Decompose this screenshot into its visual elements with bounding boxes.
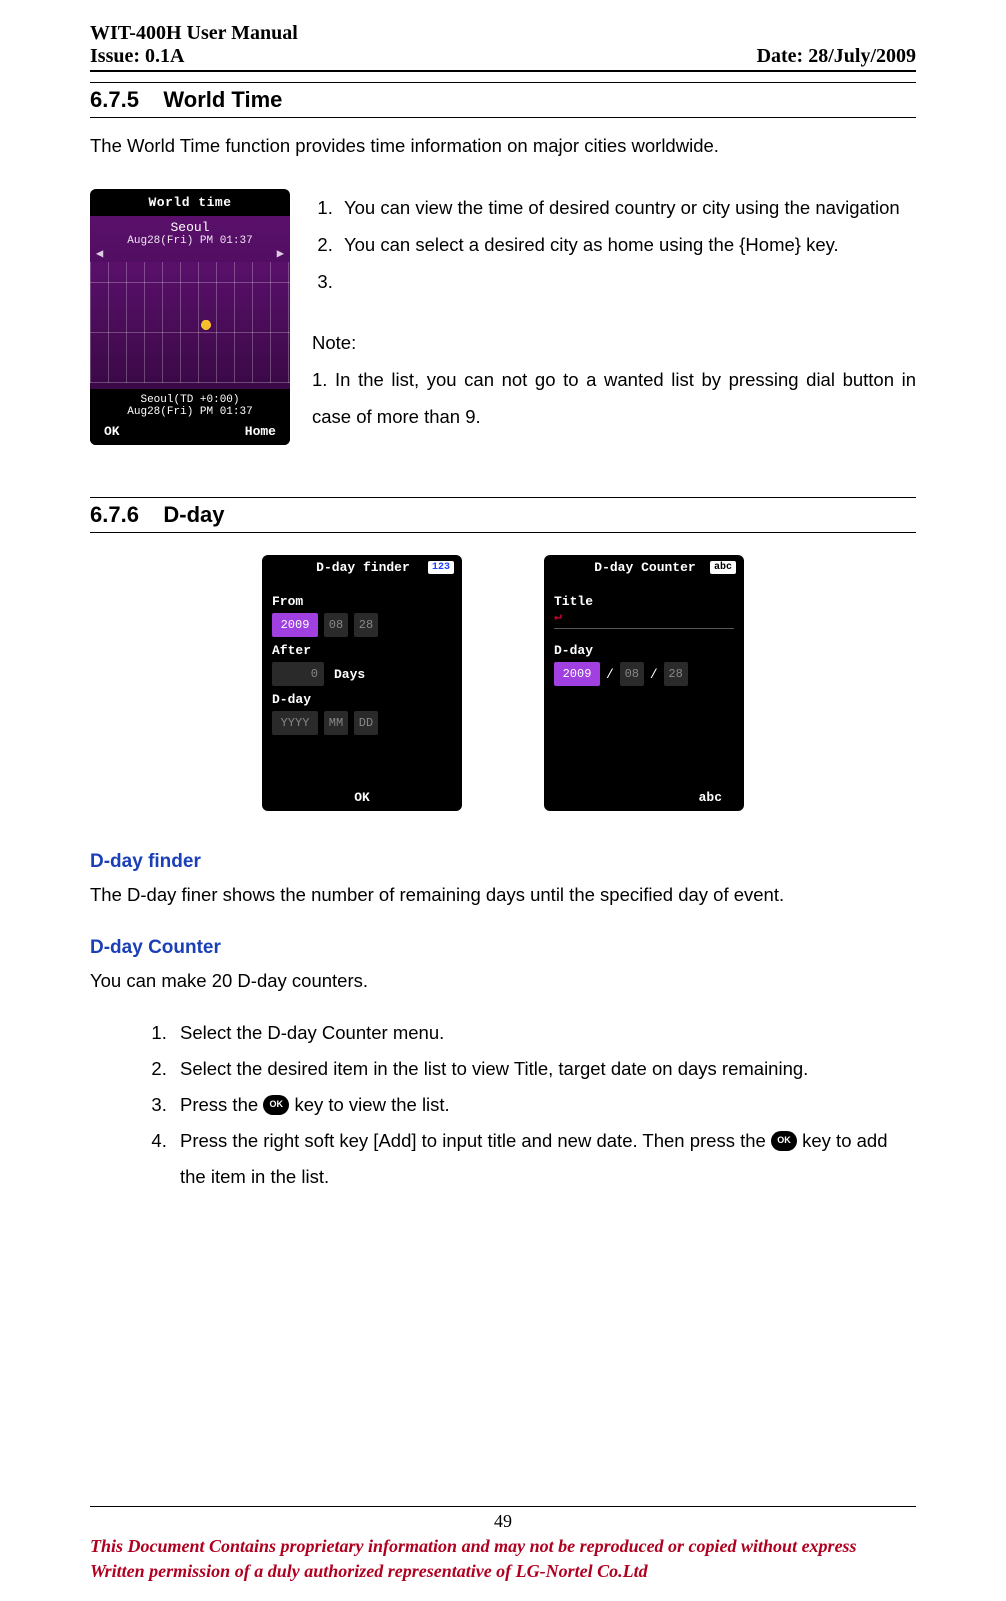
step-3 bbox=[338, 263, 916, 300]
counter-year-field[interactable]: 2009 bbox=[554, 662, 600, 686]
section-number-675: 6.7.5 bbox=[90, 87, 139, 112]
dday-year-field: YYYY bbox=[272, 711, 318, 735]
input-mode-abc-icon: abc bbox=[710, 561, 736, 574]
after-label: After bbox=[272, 643, 452, 658]
counter-day-field[interactable]: 28 bbox=[664, 662, 688, 686]
dday-day-field: DD bbox=[354, 711, 378, 735]
screenshot-dday-finder: D-day finder 123 From 2009 08 28 After 0… bbox=[262, 555, 462, 811]
counter-title: D-day Counter bbox=[594, 560, 695, 575]
world-time-steps: You can view the time of desired country… bbox=[312, 189, 916, 300]
doc-issue: Issue: 0.1A bbox=[90, 45, 298, 68]
page-number: 49 bbox=[90, 1511, 916, 1532]
from-year-field[interactable]: 2009 bbox=[272, 613, 318, 637]
counter-month-field[interactable]: 08 bbox=[620, 662, 644, 686]
counter-dday-label: D-day bbox=[554, 643, 734, 658]
wt-date-bottom: Aug28(Fri) PM 01:37 bbox=[90, 406, 290, 418]
dday-counter-heading: D-day Counter bbox=[90, 937, 916, 959]
from-day-field[interactable]: 28 bbox=[354, 613, 378, 637]
finder-title: D-day finder bbox=[316, 560, 410, 575]
counter-step-1: Select the D-day Counter menu. bbox=[172, 1015, 916, 1051]
footer-line-2: Written permission of a duly authorized … bbox=[90, 1559, 916, 1583]
dday-month-field: MM bbox=[324, 711, 348, 735]
counter-softkey-abc[interactable]: abc bbox=[699, 790, 722, 805]
dday-finder-body: The D-day finer shows the number of rema… bbox=[90, 879, 916, 910]
section-number-676: 6.7.6 bbox=[90, 502, 139, 527]
wt-tz: Seoul(TD +0:00) bbox=[90, 394, 290, 406]
counter-step-3: Press the OK key to view the list. bbox=[172, 1087, 916, 1123]
dday-counter-intro: You can make 20 D-day counters. bbox=[90, 965, 916, 996]
dday-result-label: D-day bbox=[272, 692, 452, 707]
screenshot-dday-counter: D-day Counter abc Title ↵ D-day 2009 / 0… bbox=[544, 555, 744, 811]
ok-key-icon: OK bbox=[263, 1095, 289, 1115]
wt-city: Seoul bbox=[90, 220, 290, 235]
slash-1: / bbox=[606, 667, 614, 682]
nav-right-icon[interactable]: ▶ bbox=[277, 246, 284, 261]
footer-rule bbox=[90, 1506, 916, 1507]
wt-softkey-home[interactable]: Home bbox=[245, 424, 276, 439]
doc-date: Date: 28/July/2009 bbox=[757, 45, 916, 68]
after-days-field[interactable]: 0 bbox=[272, 662, 324, 686]
step-1: You can view the time of desired country… bbox=[338, 189, 916, 226]
ok-key-icon-2: OK bbox=[771, 1131, 797, 1151]
screenshot-world-time: World time Seoul Aug28(Fri) PM 01:37 ◀ ▶… bbox=[90, 189, 290, 445]
wt-softkey-ok[interactable]: OK bbox=[104, 424, 120, 439]
counter-step-2: Select the desired item in the list to v… bbox=[172, 1051, 916, 1087]
from-month-field[interactable]: 08 bbox=[324, 613, 348, 637]
counter-step-4: Press the right soft key [Add] to input … bbox=[172, 1123, 916, 1195]
header-rule bbox=[90, 70, 916, 72]
note-body: 1. In the list, you can not go to a want… bbox=[312, 361, 916, 435]
footer-line-1: This Document Contains proprietary infor… bbox=[90, 1534, 916, 1558]
dday-finder-heading: D-day finder bbox=[90, 851, 916, 873]
title-field-label: Title bbox=[554, 594, 734, 609]
section-title-dday: D-day bbox=[163, 502, 224, 527]
from-label: From bbox=[272, 594, 452, 609]
cursor-enter-icon: ↵ bbox=[554, 609, 734, 624]
world-time-intro: The World Time function provides time in… bbox=[90, 130, 916, 161]
doc-title: WIT-400H User Manual bbox=[90, 22, 298, 45]
input-mode-123-icon: 123 bbox=[428, 561, 454, 574]
step-2: You can select a desired city as home us… bbox=[338, 226, 916, 263]
dday-counter-steps: Select the D-day Counter menu. Select th… bbox=[90, 1015, 916, 1195]
wt-title: World time bbox=[90, 189, 290, 216]
nav-left-icon[interactable]: ◀ bbox=[96, 246, 103, 261]
finder-softkey-ok[interactable]: OK bbox=[262, 786, 462, 811]
slash-2: / bbox=[650, 667, 658, 682]
section-title-world-time: World Time bbox=[163, 87, 282, 112]
note-label: Note: bbox=[312, 324, 916, 361]
days-unit: Days bbox=[334, 667, 365, 682]
